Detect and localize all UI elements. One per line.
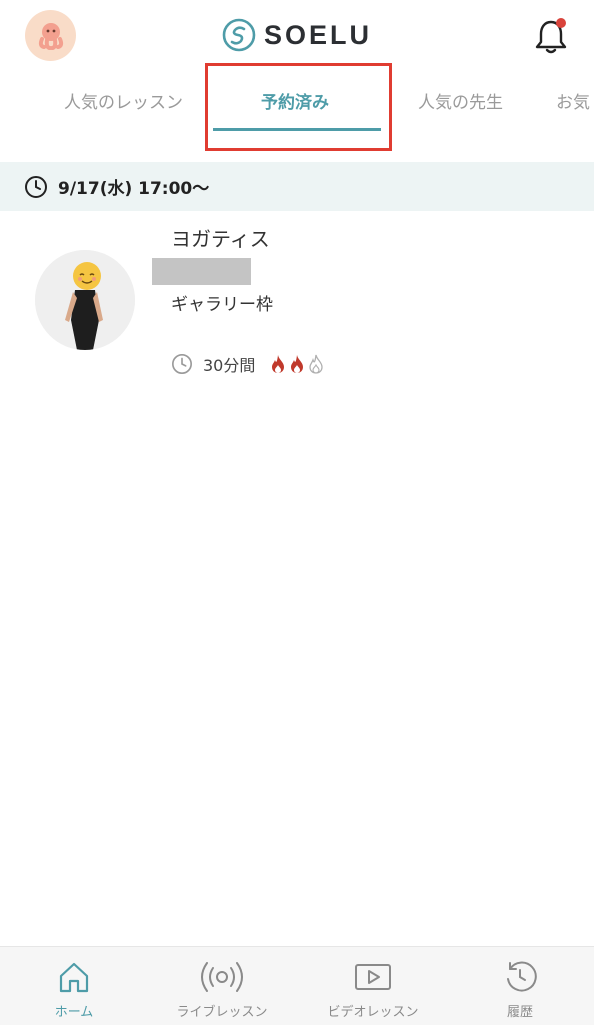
nav-home-label: ホーム [54,1005,94,1020]
redacted-teacher-name [152,258,251,285]
notification-dot [556,18,566,28]
teacher-photo [35,250,135,350]
bell-icon [535,18,567,54]
history-icon [507,961,537,992]
lesson-duration: 30分間 [203,356,256,375]
nav-history-label: 履歴 [506,1005,533,1020]
octopus-avatar-icon [38,22,63,50]
home-icon [59,962,89,993]
nav-video-label: ビデオレッスン [327,1005,419,1020]
nav-history[interactable]: 履歴 [470,947,570,1025]
user-avatar[interactable] [25,10,76,61]
nav-video-lessons[interactable]: ビデオレッスン [313,947,433,1025]
lesson-meta: 30分間 [171,352,325,376]
flame-icon-filled [291,355,304,373]
tab-popular-teachers[interactable]: 人気の先生 [418,88,503,113]
date-time-text: 9/17(水) 17:00～ [58,179,210,199]
clock-icon [25,175,47,198]
soelu-logo-icon [222,18,256,52]
schedule-date-header: 9/17(水) 17:00～ [0,162,594,211]
video-play-icon [355,964,391,990]
nav-live-label: ライブレッスン [176,1005,268,1020]
intensity-rating [269,354,325,374]
lesson-subtitle: ギャラリー枠 [171,295,273,315]
teacher-silhouette-icon [35,250,135,350]
flame-icon-empty [309,354,324,374]
app-logo: SOELU [222,18,372,52]
flame-icon-filled [272,355,285,373]
logo-text: SOELU [264,19,373,50]
duration-clock-icon [172,354,192,374]
notification-button[interactable] [533,16,569,56]
tab-favorites[interactable]: お気 [556,88,590,113]
bottom-navigation: ホーム ライブレッスン ビデオレッスン 履歴 [0,946,594,1025]
live-broadcast-icon [201,962,243,992]
tab-popular-lessons[interactable]: 人気のレッスン [64,88,183,113]
nav-live-lessons[interactable]: ライブレッスン [162,947,282,1025]
nav-home[interactable]: ホーム [24,947,124,1025]
highlight-annotation [205,63,392,151]
lesson-title: ヨガティス [171,227,270,251]
